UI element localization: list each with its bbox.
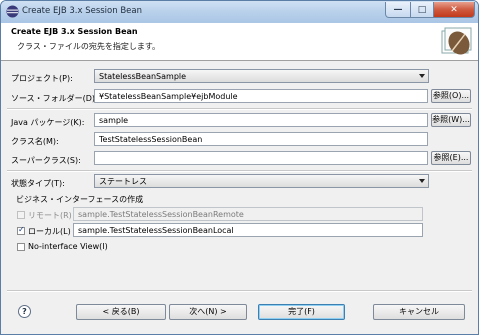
chevron-down-icon [419,74,425,78]
superclass-label: スーパークラス(S): [11,156,81,165]
state-type-combo-value: ステートレス [99,177,147,186]
wizard-header: Create EJB 3.x Session Bean クラス・ファイルの宛先を… [1,23,478,61]
superclass-input[interactable] [94,151,428,165]
remote-label: リモート(R) [28,211,72,220]
state-type-label: 状態タイプ(T): [11,179,65,188]
maximize-button[interactable]: □ [411,2,434,18]
class-name-input[interactable]: TestStatelessSessionBean [94,132,428,146]
question-icon[interactable]: ? [18,305,31,318]
local-checkbox[interactable] [17,225,25,235]
project-label: プロジェクト(P): [11,74,73,83]
project-combo-value: StatelessBeanSample [99,72,187,81]
eclipse-icon [6,5,19,18]
close-button[interactable]: ✕ [434,2,475,18]
minimize-button[interactable]: — [385,2,411,18]
no-interface-view-checkbox[interactable] [17,243,25,251]
finish-button[interactable]: 完了(F) [258,304,345,320]
java-package-browse-button[interactable]: 参照(W)... [431,113,471,127]
source-folder-input[interactable]: ¥StatelessBeanSample¥ejbModule [94,89,428,103]
wizard-description: クラス・ファイルの宛先を指定します。 [17,42,161,51]
class-name-label: クラス名(M): [11,137,59,146]
superclass-browse-button[interactable]: 参照(E)... [431,151,471,165]
separator [7,108,472,110]
coffee-bean-icon [441,27,472,55]
local-interface-input[interactable]: sample.TestStatelessSessionBeanLocal [73,223,423,237]
wizard-title: Create EJB 3.x Session Bean [11,27,138,36]
separator [7,170,472,172]
cancel-button[interactable]: キャンセル [373,304,465,320]
title-bar[interactable]: Create EJB 3.x Session Bean — □ ✕ [1,1,478,23]
java-package-input[interactable]: sample [94,113,428,127]
chevron-down-icon [419,179,425,183]
window-controls: — □ ✕ [385,2,475,18]
remote-interface-input[interactable]: sample.TestStatelessSessionBeanRemote [73,207,423,221]
state-type-combo[interactable]: ステートレス [94,174,429,188]
next-button[interactable]: 次へ(N) > [169,304,247,320]
java-package-label: Java パッケージ(K): [11,118,85,127]
project-combo[interactable]: StatelessBeanSample [94,69,429,83]
business-interfaces-label: ビジネス・インターフェースの作成 [16,195,144,204]
local-label: ローカル(L) [28,227,71,236]
no-interface-view-label: No-interface View(I) [28,242,108,251]
back-button[interactable]: < 戻る(B) [76,304,166,320]
source-folder-label: ソース・フォルダー(D): [11,94,98,103]
source-folder-browse-button[interactable]: 参照(O)... [431,89,471,103]
remote-checkbox[interactable] [17,211,25,219]
dialog-window: Create EJB 3.x Session Bean — □ ✕ Create… [0,0,479,335]
window-title: Create EJB 3.x Session Bean [22,6,142,16]
